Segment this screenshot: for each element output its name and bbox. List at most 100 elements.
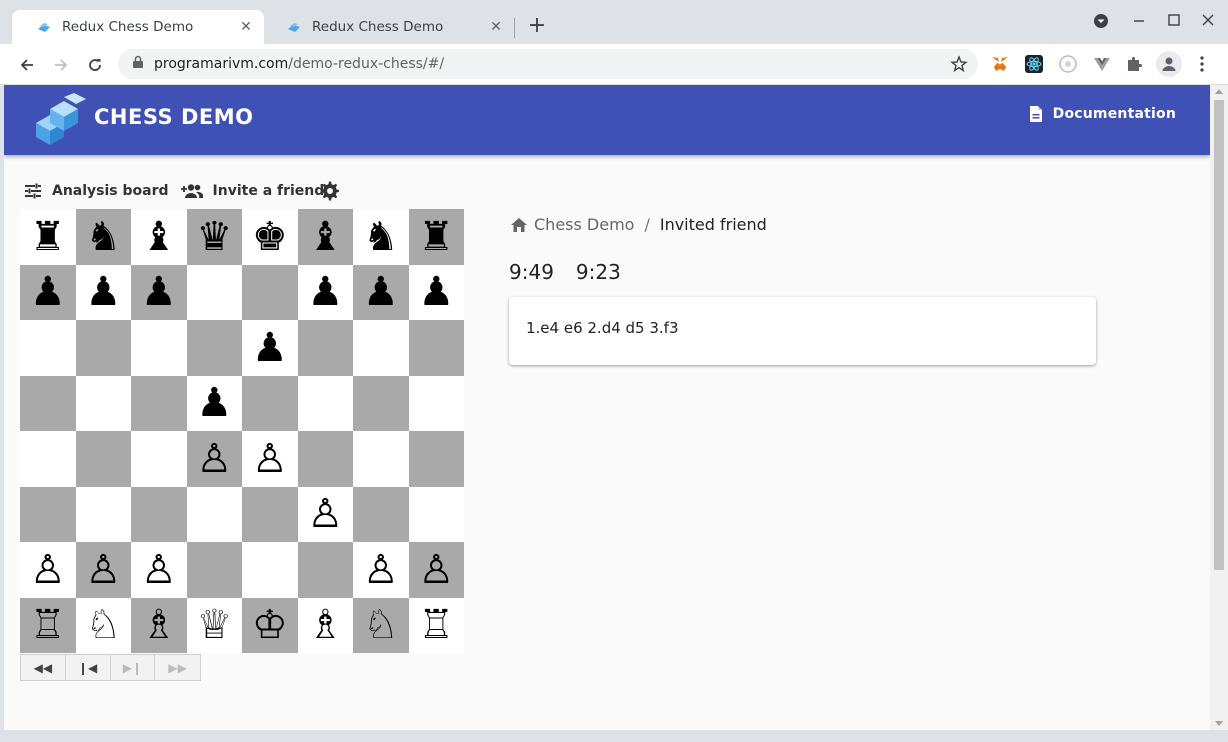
square-b1[interactable]: ♘: [75, 597, 131, 653]
square-d5[interactable]: ♟: [186, 375, 242, 431]
square-f3[interactable]: ♙: [297, 486, 353, 542]
square-c5[interactable]: [131, 375, 187, 431]
kebab-menu-icon[interactable]: [1192, 54, 1212, 74]
breadcrumb-home[interactable]: Chess Demo: [534, 215, 634, 234]
square-b7[interactable]: ♟: [75, 264, 131, 320]
square-c4[interactable]: [131, 431, 187, 487]
square-c7[interactable]: ♟: [131, 264, 187, 320]
page-scrollbar[interactable]: [1210, 85, 1228, 730]
chess-piece[interactable]: ♝: [307, 217, 343, 257]
analysis-board-button[interactable]: Analysis board: [24, 183, 169, 199]
chess-piece[interactable]: ♟: [418, 272, 454, 312]
square-e4[interactable]: ♙: [242, 431, 298, 487]
chess-piece[interactable]: ♟: [363, 272, 399, 312]
square-d3[interactable]: [186, 486, 242, 542]
square-g4[interactable]: [353, 431, 409, 487]
square-b5[interactable]: [75, 375, 131, 431]
square-g5[interactable]: [353, 375, 409, 431]
square-f8[interactable]: ♝: [297, 209, 353, 265]
square-f6[interactable]: [297, 320, 353, 376]
go-to-start-button[interactable]: ◀◀: [21, 655, 66, 680]
chess-piece[interactable]: ♘: [363, 605, 399, 645]
close-tab-icon[interactable]: ✕: [238, 19, 254, 35]
square-b2[interactable]: ♙: [75, 542, 131, 598]
chess-piece[interactable]: ♟: [307, 272, 343, 312]
react-devtools-icon[interactable]: [1024, 54, 1044, 74]
square-f1[interactable]: ♗: [297, 597, 353, 653]
square-d2[interactable]: [186, 542, 242, 598]
chess-piece[interactable]: ♞: [85, 217, 121, 257]
chess-piece[interactable]: ♛: [196, 217, 232, 257]
square-d8[interactable]: ♛: [186, 209, 242, 265]
square-g3[interactable]: [353, 486, 409, 542]
tab-inactive[interactable]: Redux Chess Demo ✕: [262, 10, 514, 44]
chess-piece[interactable]: ♙: [252, 439, 288, 479]
chess-piece[interactable]: ♝: [141, 217, 177, 257]
chess-piece[interactable]: ♙: [141, 550, 177, 590]
square-e8[interactable]: ♚: [242, 209, 298, 265]
chess-piece[interactable]: ♜: [418, 217, 454, 257]
square-h1[interactable]: ♖: [408, 597, 464, 653]
extension-icon[interactable]: [1058, 54, 1078, 74]
square-d6[interactable]: [186, 320, 242, 376]
square-a4[interactable]: [20, 431, 76, 487]
chess-piece[interactable]: ♙: [307, 494, 343, 534]
square-h2[interactable]: ♙: [408, 542, 464, 598]
square-c2[interactable]: ♙: [131, 542, 187, 598]
chess-piece[interactable]: ♖: [30, 605, 66, 645]
chess-piece[interactable]: ♗: [307, 605, 343, 645]
square-a5[interactable]: [20, 375, 76, 431]
forward-icon[interactable]: [49, 53, 73, 77]
previous-move-button[interactable]: ❙◀: [66, 655, 111, 680]
chess-piece[interactable]: ♜: [30, 217, 66, 257]
square-a1[interactable]: ♖: [20, 597, 76, 653]
reload-icon[interactable]: [83, 53, 107, 77]
chess-piece[interactable]: ♟: [252, 328, 288, 368]
square-a6[interactable]: [20, 320, 76, 376]
chess-piece[interactable]: ♟: [141, 272, 177, 312]
square-e7[interactable]: [242, 264, 298, 320]
chess-piece[interactable]: ♙: [196, 439, 232, 479]
tab-active[interactable]: Redux Chess Demo ✕: [12, 10, 264, 44]
new-tab-button[interactable]: +: [526, 15, 548, 38]
square-f7[interactable]: ♟: [297, 264, 353, 320]
go-to-end-button[interactable]: ▶▶: [155, 655, 200, 680]
address-bar[interactable]: programarivm.com/demo-redux-chess/#/: [118, 49, 978, 79]
scroll-up-arrow-icon[interactable]: [1215, 89, 1223, 94]
chess-piece[interactable]: ♙: [363, 550, 399, 590]
square-b8[interactable]: ♞: [75, 209, 131, 265]
square-b3[interactable]: [75, 486, 131, 542]
chess-piece[interactable]: ♚: [252, 217, 288, 257]
square-h8[interactable]: ♜: [408, 209, 464, 265]
next-move-button[interactable]: ▶❙: [111, 655, 156, 680]
bookmark-star-icon[interactable]: [950, 55, 968, 77]
square-f2[interactable]: [297, 542, 353, 598]
vue-devtools-icon[interactable]: [1092, 54, 1112, 74]
square-e6[interactable]: ♟: [242, 320, 298, 376]
tab-search-icon[interactable]: [1091, 12, 1111, 32]
square-f4[interactable]: [297, 431, 353, 487]
scroll-down-arrow-icon[interactable]: [1215, 721, 1223, 726]
back-icon[interactable]: [15, 53, 39, 77]
square-a8[interactable]: ♜: [20, 209, 76, 265]
metamask-icon[interactable]: [990, 54, 1010, 74]
square-b4[interactable]: [75, 431, 131, 487]
square-a3[interactable]: [20, 486, 76, 542]
square-a7[interactable]: ♟: [20, 264, 76, 320]
square-h4[interactable]: [408, 431, 464, 487]
square-e3[interactable]: [242, 486, 298, 542]
square-e2[interactable]: [242, 542, 298, 598]
chess-piece[interactable]: ♟: [85, 272, 121, 312]
chess-piece[interactable]: ♗: [141, 605, 177, 645]
square-c8[interactable]: ♝: [131, 209, 187, 265]
square-g8[interactable]: ♞: [353, 209, 409, 265]
documentation-link[interactable]: Documentation: [1029, 105, 1176, 123]
square-b6[interactable]: [75, 320, 131, 376]
scrollbar-thumb[interactable]: [1214, 100, 1224, 570]
square-c3[interactable]: [131, 486, 187, 542]
chess-demo-logo[interactable]: [34, 93, 90, 145]
chess-piece[interactable]: ♔: [252, 605, 288, 645]
chess-piece[interactable]: ♞: [363, 217, 399, 257]
square-c6[interactable]: [131, 320, 187, 376]
close-window-icon[interactable]: [1198, 12, 1218, 32]
